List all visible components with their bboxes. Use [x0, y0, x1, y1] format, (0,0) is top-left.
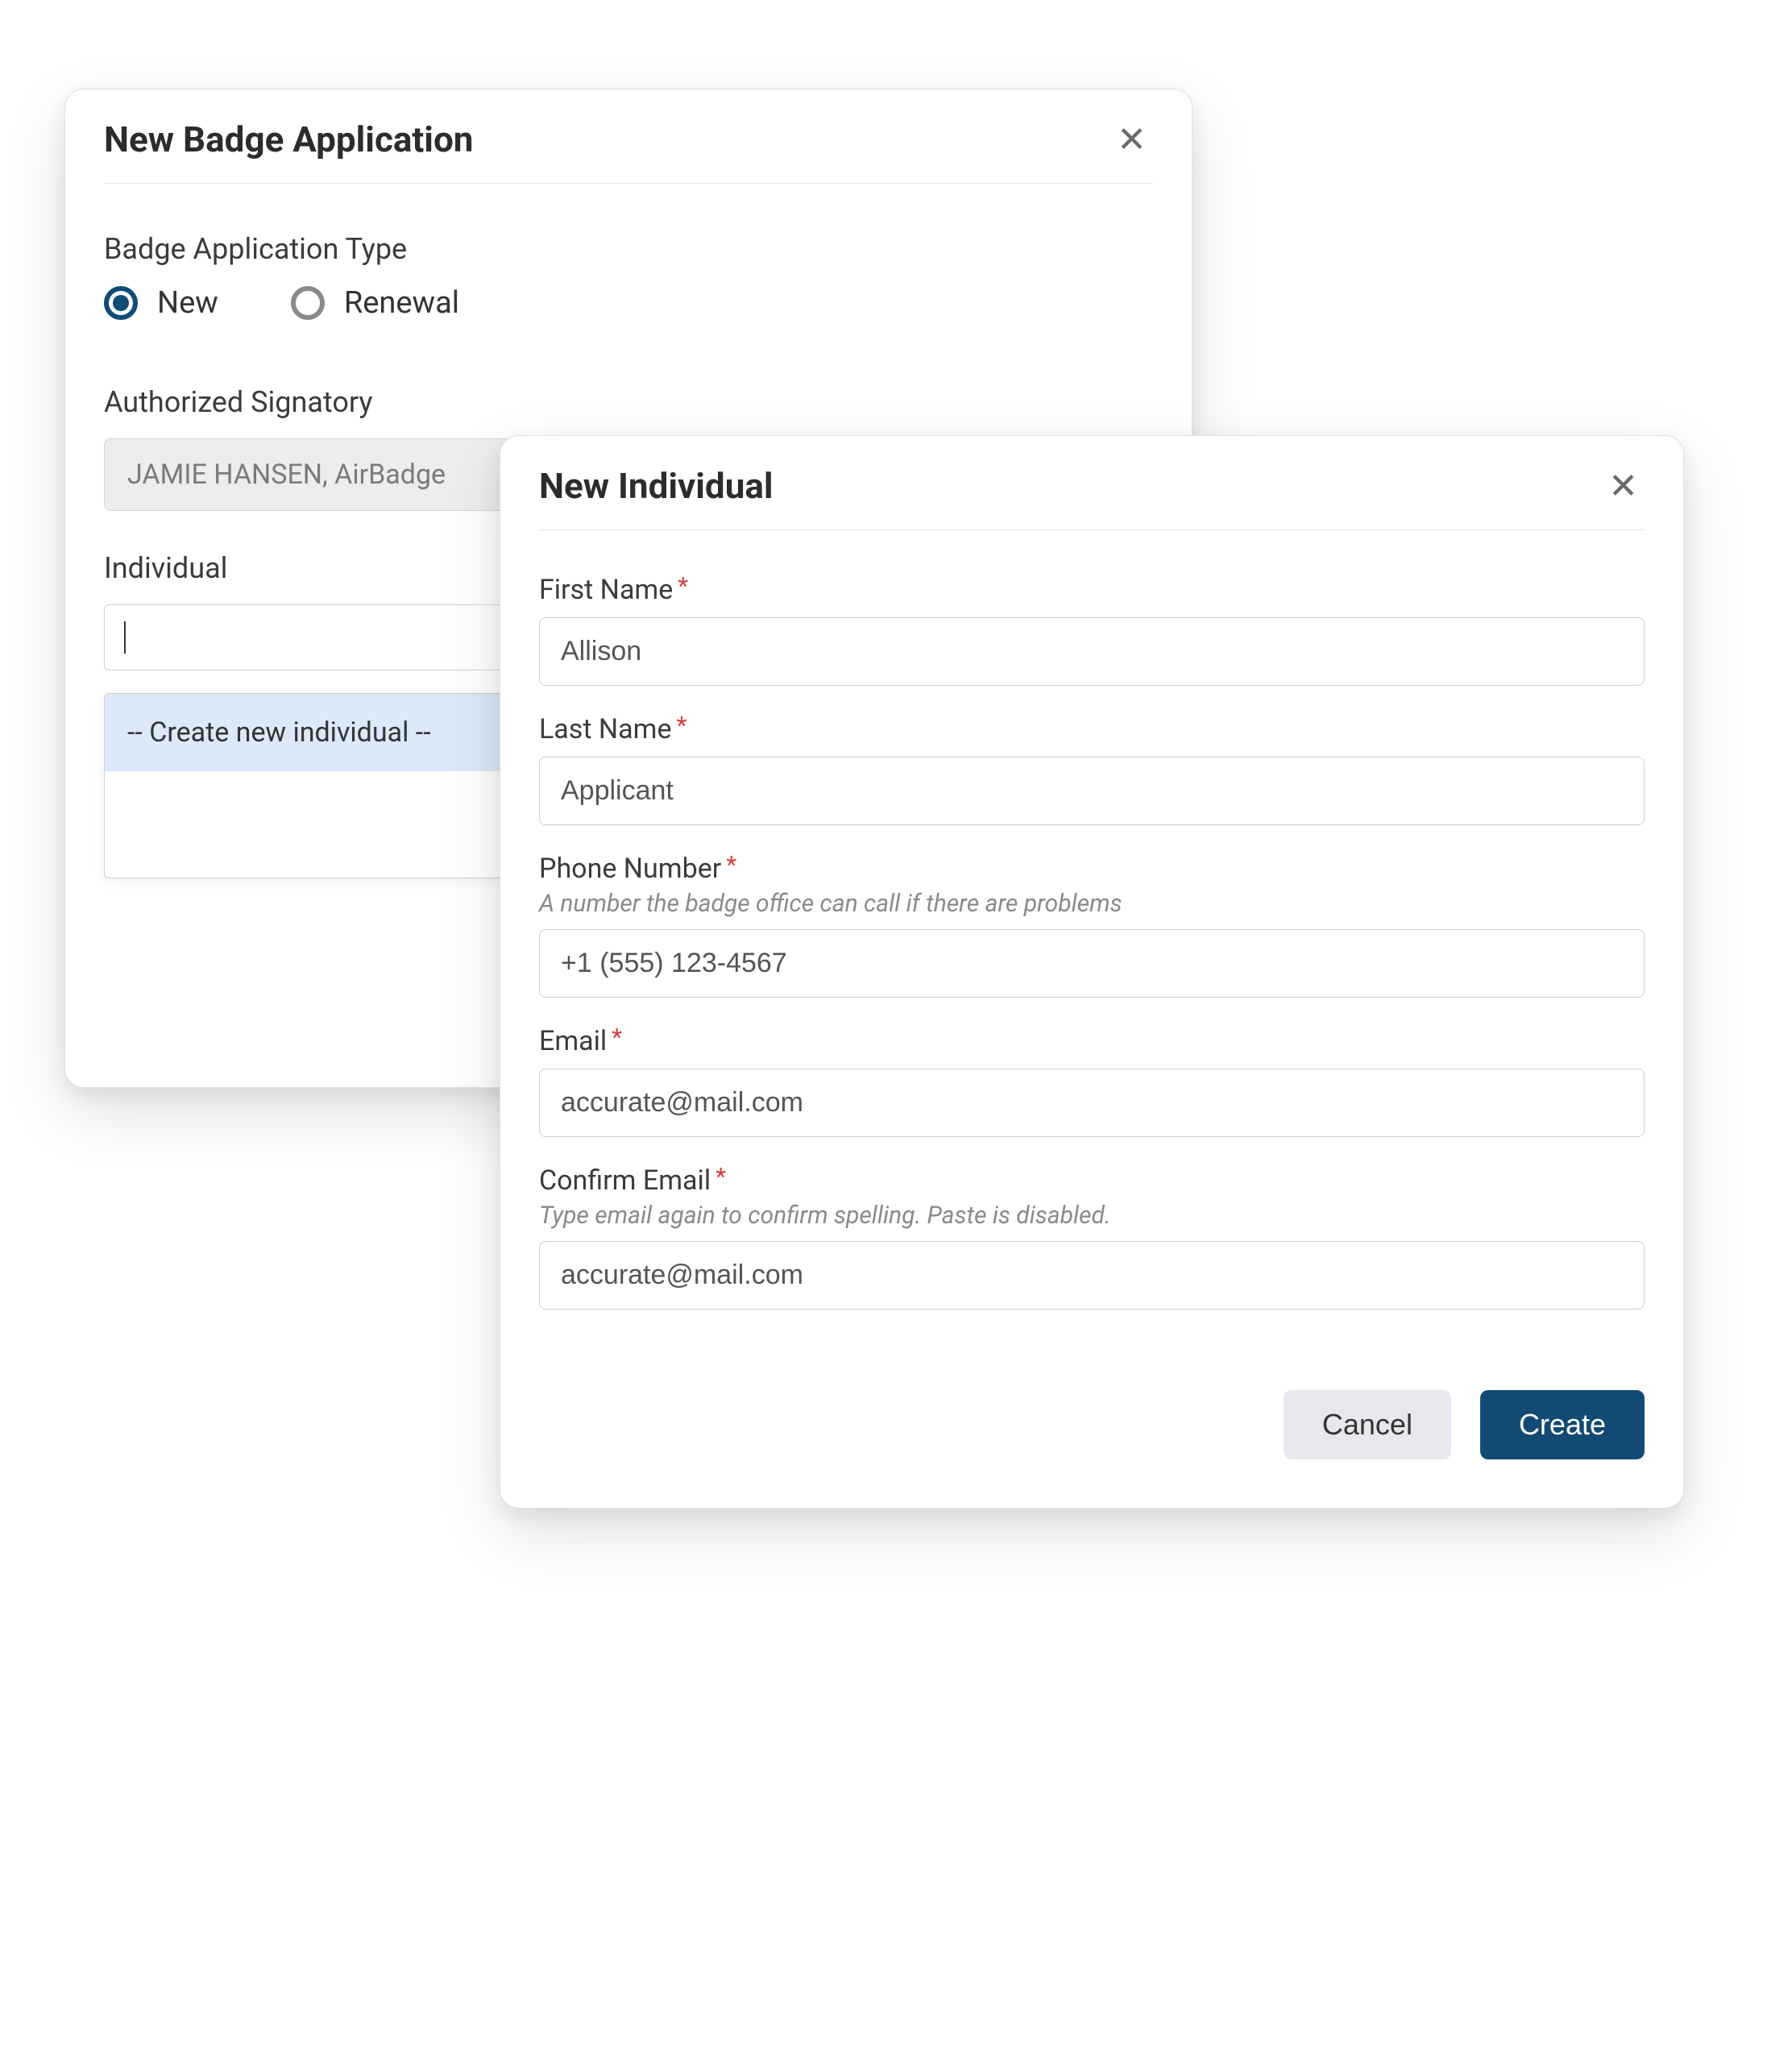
required-icon: *: [678, 572, 688, 600]
application-type-radios: New Renewal: [104, 285, 1153, 321]
radio-new[interactable]: New: [104, 285, 218, 321]
signatory-label: Authorized Signatory: [104, 385, 1153, 419]
application-type-label: Badge Application Type: [104, 232, 1153, 266]
radio-icon: [291, 286, 325, 320]
phone-helper: A number the badge office can call if th…: [539, 890, 1645, 918]
radio-renewal[interactable]: Renewal: [291, 285, 459, 321]
email-input[interactable]: [539, 1069, 1645, 1137]
email-group: Email*: [539, 1025, 1645, 1137]
individual-modal-title: New Individual: [539, 465, 774, 507]
phone-label: Phone Number: [539, 853, 721, 885]
first-name-label: First Name: [539, 574, 673, 606]
confirm-email-helper: Type email again to confirm spelling. Pa…: [539, 1202, 1645, 1230]
radio-icon: [104, 286, 138, 320]
required-icon: *: [726, 851, 736, 879]
cancel-button[interactable]: Cancel: [1284, 1390, 1451, 1459]
first-name-input[interactable]: [539, 617, 1645, 686]
individual-modal-header: New Individual ✕: [500, 436, 1683, 529]
create-button[interactable]: Create: [1480, 1390, 1645, 1459]
new-individual-modal: New Individual ✕ First Name* Last Name* …: [500, 435, 1684, 1509]
confirm-email-label: Confirm Email: [539, 1164, 711, 1197]
last-name-label: Last Name: [539, 713, 672, 745]
required-icon: *: [716, 1163, 726, 1191]
confirm-email-input[interactable]: [539, 1241, 1645, 1310]
badge-modal-header: New Badge Application ✕: [65, 89, 1192, 183]
last-name-group: Last Name*: [539, 713, 1645, 825]
text-caret: [124, 621, 126, 654]
first-name-group: First Name*: [539, 574, 1645, 686]
phone-input[interactable]: [539, 929, 1645, 998]
last-name-input[interactable]: [539, 757, 1645, 825]
badge-modal-title: New Badge Application: [104, 118, 473, 160]
radio-renewal-label: Renewal: [344, 285, 459, 321]
email-label: Email: [539, 1025, 607, 1057]
radio-new-label: New: [157, 285, 218, 321]
close-icon[interactable]: ✕: [1602, 465, 1645, 507]
individual-modal-body: First Name* Last Name* Phone Number* A n…: [500, 530, 1683, 1508]
required-icon: *: [612, 1023, 622, 1052]
close-icon[interactable]: ✕: [1110, 118, 1153, 160]
phone-group: Phone Number* A number the badge office …: [539, 853, 1645, 998]
button-row: Cancel Create: [539, 1390, 1645, 1476]
confirm-email-group: Confirm Email* Type email again to confi…: [539, 1164, 1645, 1310]
required-icon: *: [677, 712, 687, 740]
